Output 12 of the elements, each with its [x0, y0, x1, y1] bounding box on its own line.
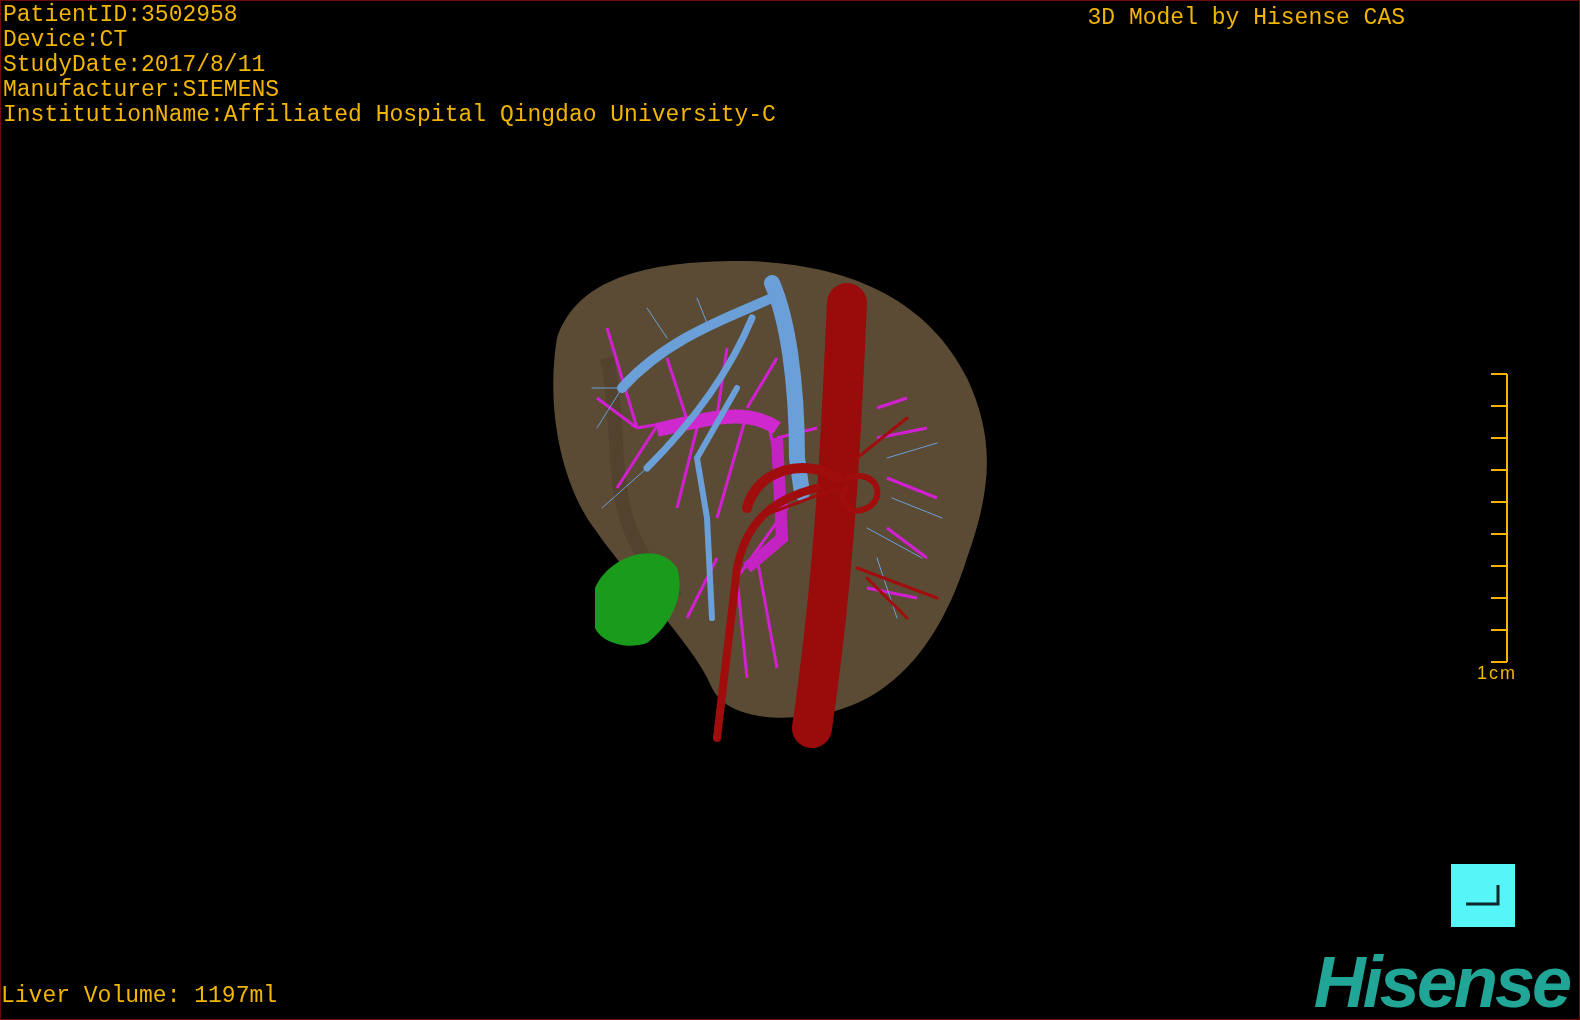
- patient-info-text: InstitutionName:Affiliated Hospital Qingdao University-C: [3, 103, 776, 128]
- corner-icon: [1466, 884, 1500, 907]
- patient-info-text: PatientID:3502958: [3, 3, 239, 28]
- patient-info-text: StudyDate:2017/8/11: [3, 53, 267, 78]
- scale-bar-icon: [1489, 373, 1509, 663]
- viewer-title: 3D Model by Hisense CAS: [1087, 4, 1405, 33]
- patient-info-text: Manufacturer:SIEMENS: [3, 78, 281, 103]
- liver-volume-text: Liver Volume: 1197ml: [1, 984, 278, 1011]
- view-button[interactable]: [1451, 864, 1515, 927]
- brand-logo: Hisense: [1313, 947, 1571, 1019]
- scale-bar-label: 1cm: [1477, 663, 1517, 684]
- patient-info-text: Device:CT: [3, 28, 129, 53]
